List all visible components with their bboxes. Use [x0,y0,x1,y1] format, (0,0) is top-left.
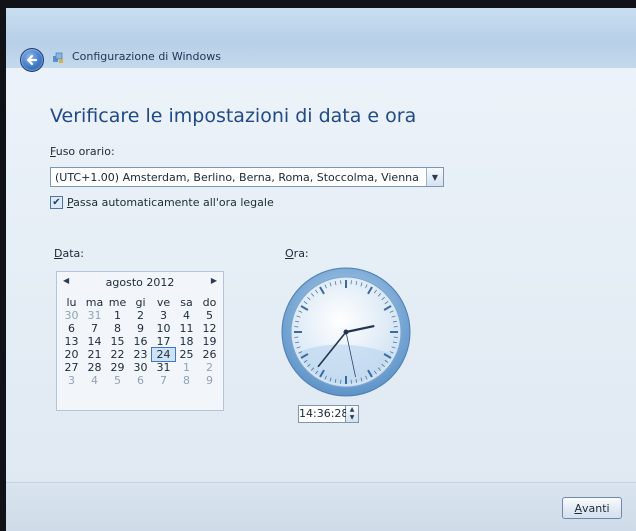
analog-clock [281,267,411,397]
calendar-week-row: 30 31 1 2 3 4 5 [60,309,222,322]
calendar-day[interactable]: 26 [198,348,221,361]
spin-up-icon[interactable]: ▲ [346,406,358,414]
spin-down-icon[interactable]: ▼ [346,414,358,422]
calendar-day[interactable]: 23 [129,348,152,361]
calendar-day[interactable]: 7 [83,322,106,335]
content-area: Verificare le impostazioni di data e ora… [6,68,636,531]
setup-window: Configurazione di Windows Verificare le … [6,8,636,531]
calendar-weekday-row: lu ma me gi ve sa do [60,296,222,309]
calendar-week-row: 3456789 [60,374,222,387]
calendar-weekday: gi [135,296,146,309]
calendar-day[interactable]: 13 [60,335,83,348]
calendar-day[interactable]: 10 [152,322,175,335]
calendar-day[interactable]: 4 [83,374,106,387]
calendar-week-row: 20 21 22 23 24 25 26 [60,347,222,362]
calendar-day[interactable]: 7 [152,374,175,387]
calendar[interactable]: ◀ agosto 2012 ▶ lu ma me gi ve sa do 30 31 1 2 3 4 5 6… [56,271,224,411]
calendar-weekday: do [202,296,217,309]
dst-label: Passa automaticamente all'ora legale [67,196,274,209]
calendar-day[interactable]: 4 [175,309,198,322]
calendar-day[interactable]: 30 [129,361,152,374]
calendar-day-selected[interactable]: 24 [151,347,176,362]
calendar-day[interactable]: 14 [83,335,106,348]
calendar-week-row: 6 7 8 9 10 11 12 [60,322,222,335]
calendar-weekday: lu [66,296,77,309]
calendar-day[interactable]: 8 [175,374,198,387]
calendar-day[interactable]: 17 [152,335,175,348]
calendar-week-row: 13 14 15 16 17 18 19 [60,335,222,348]
calendar-weekday: sa [180,296,193,309]
calendar-day[interactable]: 28 [83,361,106,374]
calendar-day[interactable]: 12 [198,322,221,335]
windows-setup-icon [53,52,63,63]
timezone-label: Fuso orario: [50,145,115,158]
calendar-weekday: me [108,296,127,309]
calendar-day[interactable]: 29 [106,361,129,374]
calendar-day[interactable]: 6 [60,322,83,335]
dst-checkbox[interactable]: ✔ [50,196,63,209]
timezone-value: (UTC+1.00) Amsterdam, Berlino, Berna, Ro… [55,170,419,184]
calendar-day[interactable]: 27 [60,361,83,374]
chevron-down-icon[interactable]: ▼ [426,168,443,186]
calendar-day[interactable]: 19 [198,335,221,348]
calendar-day[interactable]: 16 [129,335,152,348]
clock-center [343,329,349,335]
calendar-day[interactable]: 15 [106,335,129,348]
calendar-day[interactable]: 5 [106,374,129,387]
calendar-day[interactable]: 20 [60,348,83,361]
calendar-day[interactable]: 31 [152,361,175,374]
calendar-day[interactable]: 25 [175,348,198,361]
calendar-day[interactable]: 30 [60,309,83,322]
calendar-day[interactable]: 8 [106,322,129,335]
calendar-day[interactable]: 11 [175,322,198,335]
calendar-week-row: 27 28 29 30 31 1 2 [60,361,222,374]
footer: Avanti [6,482,636,531]
timezone-select[interactable]: (UTC+1.00) Amsterdam, Berlino, Berna, Ro… [50,167,444,187]
calendar-day[interactable]: 18 [175,335,198,348]
date-label: Data: [54,247,84,260]
calendar-day[interactable]: 3 [60,374,83,387]
window-title: Configurazione di Windows [72,50,221,63]
next-button[interactable]: Avanti [562,497,622,519]
time-label: Ora: [285,247,309,260]
calendar-day[interactable]: 6 [129,374,152,387]
time-input[interactable]: 14:36:28 ▲ ▼ [298,405,359,423]
calendar-day[interactable]: 5 [198,309,221,322]
calendar-grid: lu ma me gi ve sa do 30 31 1 2 3 4 5 6 7 8 9 10 11 12 13 14 15 1… [60,296,222,387]
calendar-day[interactable]: 1 [106,309,129,322]
calendar-day[interactable]: 31 [83,309,106,322]
spin-arrows-icon[interactable]: ▲ ▼ [346,405,359,423]
calendar-header: ◀ agosto 2012 ▶ [57,276,223,292]
calendar-next-month-icon[interactable]: ▶ [211,276,217,285]
dst-option[interactable]: ✔ Passa automaticamente all'ora legale [50,196,274,209]
calendar-day[interactable]: 21 [83,348,106,361]
calendar-weekday: ma [85,296,104,309]
calendar-day[interactable]: 2 [129,309,152,322]
time-value[interactable]: 14:36:28 [298,405,348,423]
page-title: Verificare le impostazioni di data e ora [50,105,417,127]
calendar-day[interactable]: 2 [198,361,221,374]
calendar-day[interactable]: 1 [175,361,198,374]
calendar-month[interactable]: agosto 2012 [57,276,223,289]
titlebar: Configurazione di Windows [6,8,636,72]
calendar-day[interactable]: 22 [106,348,129,361]
calendar-day[interactable]: 3 [152,309,175,322]
calendar-weekday: ve [156,296,171,309]
calendar-day[interactable]: 9 [198,374,221,387]
calendar-day[interactable]: 9 [129,322,152,335]
back-arrow-icon [26,54,38,66]
